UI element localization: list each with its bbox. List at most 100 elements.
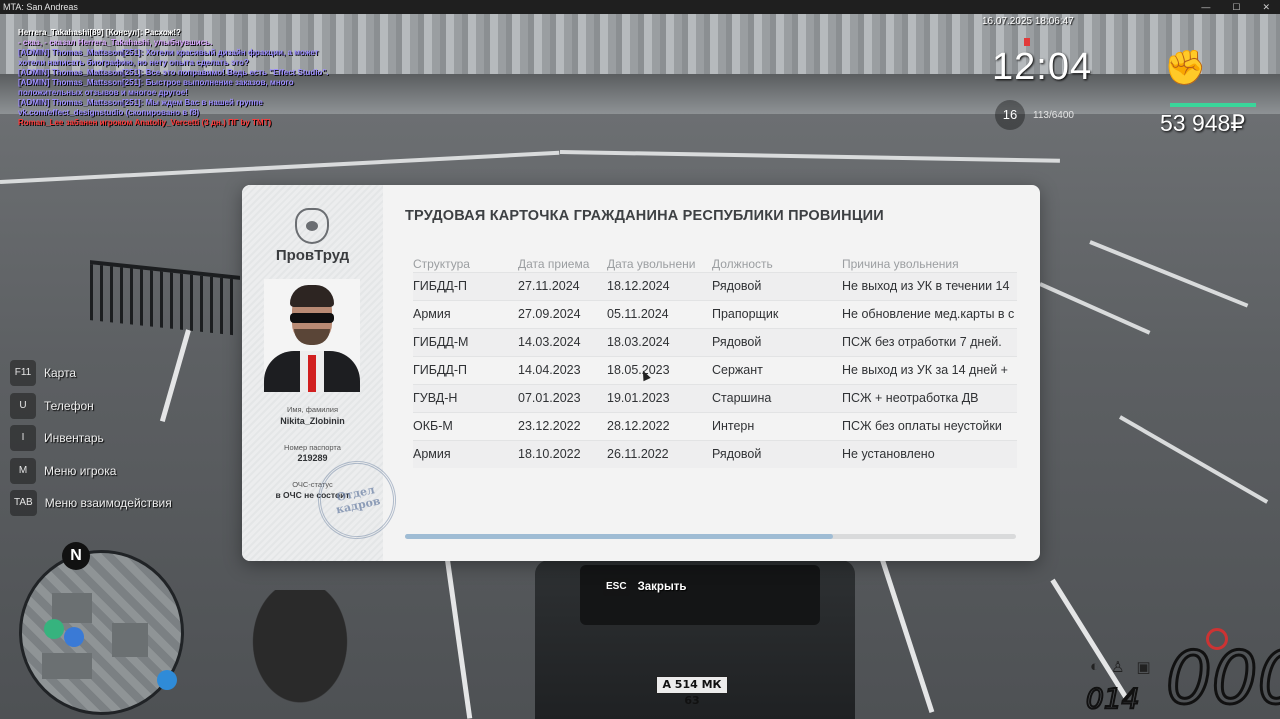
esc-key[interactable]: ESC	[603, 578, 630, 596]
table-row: ГИБДД-М 14.03.2024 18.03.2024 Рядовой ПСЖ бе…	[413, 328, 1017, 356]
close-hint[interactable]: ESC Закрыть	[603, 578, 686, 596]
cell-dismissal-date: 19.01.2023	[607, 391, 670, 405]
cell-dismissal-date: 05.11.2024	[607, 307, 669, 321]
cell-dismissal-reason: ПСЖ + неотработка ДВ	[842, 391, 979, 405]
speed-readout: 000	[1164, 636, 1280, 719]
scrollbar-thumb[interactable]	[405, 534, 833, 539]
cell-position: Интерн	[712, 419, 755, 433]
level-badge: 16	[995, 100, 1025, 130]
bind-key: U	[10, 392, 36, 419]
player-arrow-icon	[64, 627, 84, 647]
vehicle-status-icons: ◐ ♙ ▣	[1090, 658, 1151, 676]
photo-sunglasses	[290, 313, 334, 323]
bind-player-menu: M Меню игрока	[10, 457, 172, 484]
table-row: Армия 27.09.2024 05.11.2024 Прапорщик Не обн…	[413, 300, 1017, 328]
photo-hair	[290, 285, 334, 307]
citizen-name: Nikita_Zlobinin	[280, 416, 345, 426]
table-row: Армия 18.10.2022 26.11.2022 Рядовой Не устан…	[413, 440, 1017, 468]
cell-structure: Армия	[413, 447, 451, 461]
bus-icon	[44, 619, 64, 639]
cell-dismissal-date: 26.11.2022	[607, 447, 669, 461]
cell-structure: ГУВД-Н	[413, 391, 458, 405]
bind-key: TAB	[10, 490, 37, 516]
coat-of-arms-icon	[295, 208, 329, 244]
column-header: Структура	[413, 257, 470, 271]
north-indicator: N	[62, 542, 90, 570]
bind-phone: U Телефон	[10, 392, 172, 419]
bind-label: Меню игрока	[44, 463, 117, 478]
cell-hire-date: 27.11.2024	[518, 279, 580, 293]
chat-line: Roman_Lee забанен игроком Anatoliy_Verce…	[18, 118, 272, 127]
xp-counter: 113/6400	[1033, 110, 1074, 121]
column-header: Дата приема	[518, 257, 590, 271]
bind-interaction-menu: TAB Меню взаимодействия	[10, 490, 172, 516]
cell-position: Рядовой	[712, 335, 762, 349]
keybind-list: F11 Карта U Телефон I Инвентарь M Меню и…	[10, 360, 172, 523]
card-title: ТРУДОВАЯ КАРТОЧКА ГРАЖДАНИНА РЕСПУБЛИКИ …	[405, 208, 884, 224]
column-header: Должность	[712, 257, 773, 271]
cell-position: Сержант	[712, 363, 763, 377]
map-block	[112, 623, 148, 657]
column-header: Причина увольнения	[842, 257, 959, 271]
table-row: ОКБ-М 23.12.2022 28.12.2022 Интерн ПСЖ без о…	[413, 412, 1017, 440]
cell-dismissal-date: 28.12.2022	[607, 419, 670, 433]
chat-log: Herrera_Takahashi[89] [Консул]: Расхож!?…	[18, 28, 338, 128]
minimize-button[interactable]: —	[1201, 0, 1210, 14]
shirt-icon	[157, 670, 177, 690]
cell-dismissal-reason: Не обновление мед.карты в с	[842, 307, 1015, 321]
cell-structure: ГИБДД-П	[413, 363, 468, 377]
chat-line: - сказ, - сказал Herrera_Takahashi, улыб…	[18, 38, 213, 47]
chat-line: [ADMIN] Thomas_Mattsson[251]: Мы ждем Ва…	[18, 98, 263, 117]
photo-beard	[294, 329, 330, 345]
cell-hire-date: 23.12.2022	[518, 419, 581, 433]
cell-dismissal-date: 18.12.2024	[607, 279, 670, 293]
cell-structure: ОКБ-М	[413, 419, 453, 433]
bind-label: Инвентарь	[44, 431, 104, 445]
health-bar	[1170, 103, 1256, 107]
close-window-button[interactable]: ✕	[1262, 0, 1270, 14]
horizontal-scrollbar[interactable]	[405, 534, 1016, 539]
column-header: Дата увольнени	[607, 257, 696, 271]
cell-hire-date: 18.10.2022	[518, 447, 581, 461]
table-row: ГИБДД-П 27.11.2024 18.12.2024 Рядовой Не вых…	[413, 272, 1017, 300]
stamp-text: Отдел кадров	[334, 483, 382, 517]
bind-key: I	[10, 425, 36, 451]
table-row: ГИБДД-П 14.04.2023 18.05.2023 Сержант Не вых…	[413, 356, 1017, 384]
close-button[interactable]: Закрыть	[638, 581, 687, 593]
chat-line: [ADMIN] Thomas_Mattsson[251]: Быстрое вы…	[18, 78, 294, 97]
cell-dismissal-reason: Не выход из УК за 14 дней +	[842, 363, 1008, 377]
headlight-icon: ◐	[1090, 658, 1100, 675]
cell-hire-date: 14.04.2023	[518, 363, 581, 377]
citizen-photo	[264, 279, 360, 392]
bind-label: Телефон	[44, 398, 94, 413]
window-controls: — ☐ ✕	[1201, 0, 1270, 14]
notification-marker	[1024, 38, 1030, 46]
bind-label: Меню взаимодействия	[44, 496, 172, 510]
cell-dismissal-reason: ПСЖ без оплаты неустойки	[842, 419, 1002, 433]
card-sidebar: ПровТруд Имя, фамилия Nikita_Zlobinin Но…	[242, 185, 404, 561]
fuel-readout: 014	[1085, 681, 1140, 716]
table-row: ГУВД-Н 07.01.2023 19.01.2023 Старшина ПСЖ + …	[413, 384, 1017, 412]
hud-datetime: 16.07.2025 18:06:47	[982, 16, 1074, 27]
bind-inventory: I Инвентарь	[10, 425, 172, 451]
photo-tie	[308, 355, 316, 392]
engine-icon: ▣	[1136, 659, 1151, 676]
cell-structure: ГИБДД-П	[413, 279, 468, 293]
cell-dismissal-date: 18.05.2023	[607, 363, 670, 377]
cell-dismissal-reason: ПСЖ без отработки 7 дней.	[842, 335, 1002, 349]
seatbelt-icon: ♙	[1111, 659, 1125, 676]
bind-key: M	[10, 457, 36, 484]
map-block	[42, 653, 92, 679]
window-titlebar: MTA: San Andreas — ☐ ✕	[0, 0, 1280, 14]
table-body: ГИБДД-П 27.11.2024 18.12.2024 Рядовой Не вых…	[413, 272, 1017, 468]
table-header: Структура Дата приема Дата увольнени Дол…	[413, 257, 1017, 272]
cell-hire-date: 07.01.2023	[518, 391, 581, 405]
organization-name: ПровТруд	[275, 247, 350, 264]
maximize-button[interactable]: ☐	[1232, 0, 1240, 14]
hud-clock: 12:04	[992, 46, 1093, 88]
cell-position: Рядовой	[712, 447, 762, 461]
employment-table: Структура Дата приема Дата увольнени Дол…	[413, 257, 1017, 468]
cell-dismissal-date: 18.03.2024	[607, 335, 670, 349]
window-title: MTA: San Andreas	[3, 2, 78, 12]
bind-map: F11 Карта	[10, 360, 172, 386]
